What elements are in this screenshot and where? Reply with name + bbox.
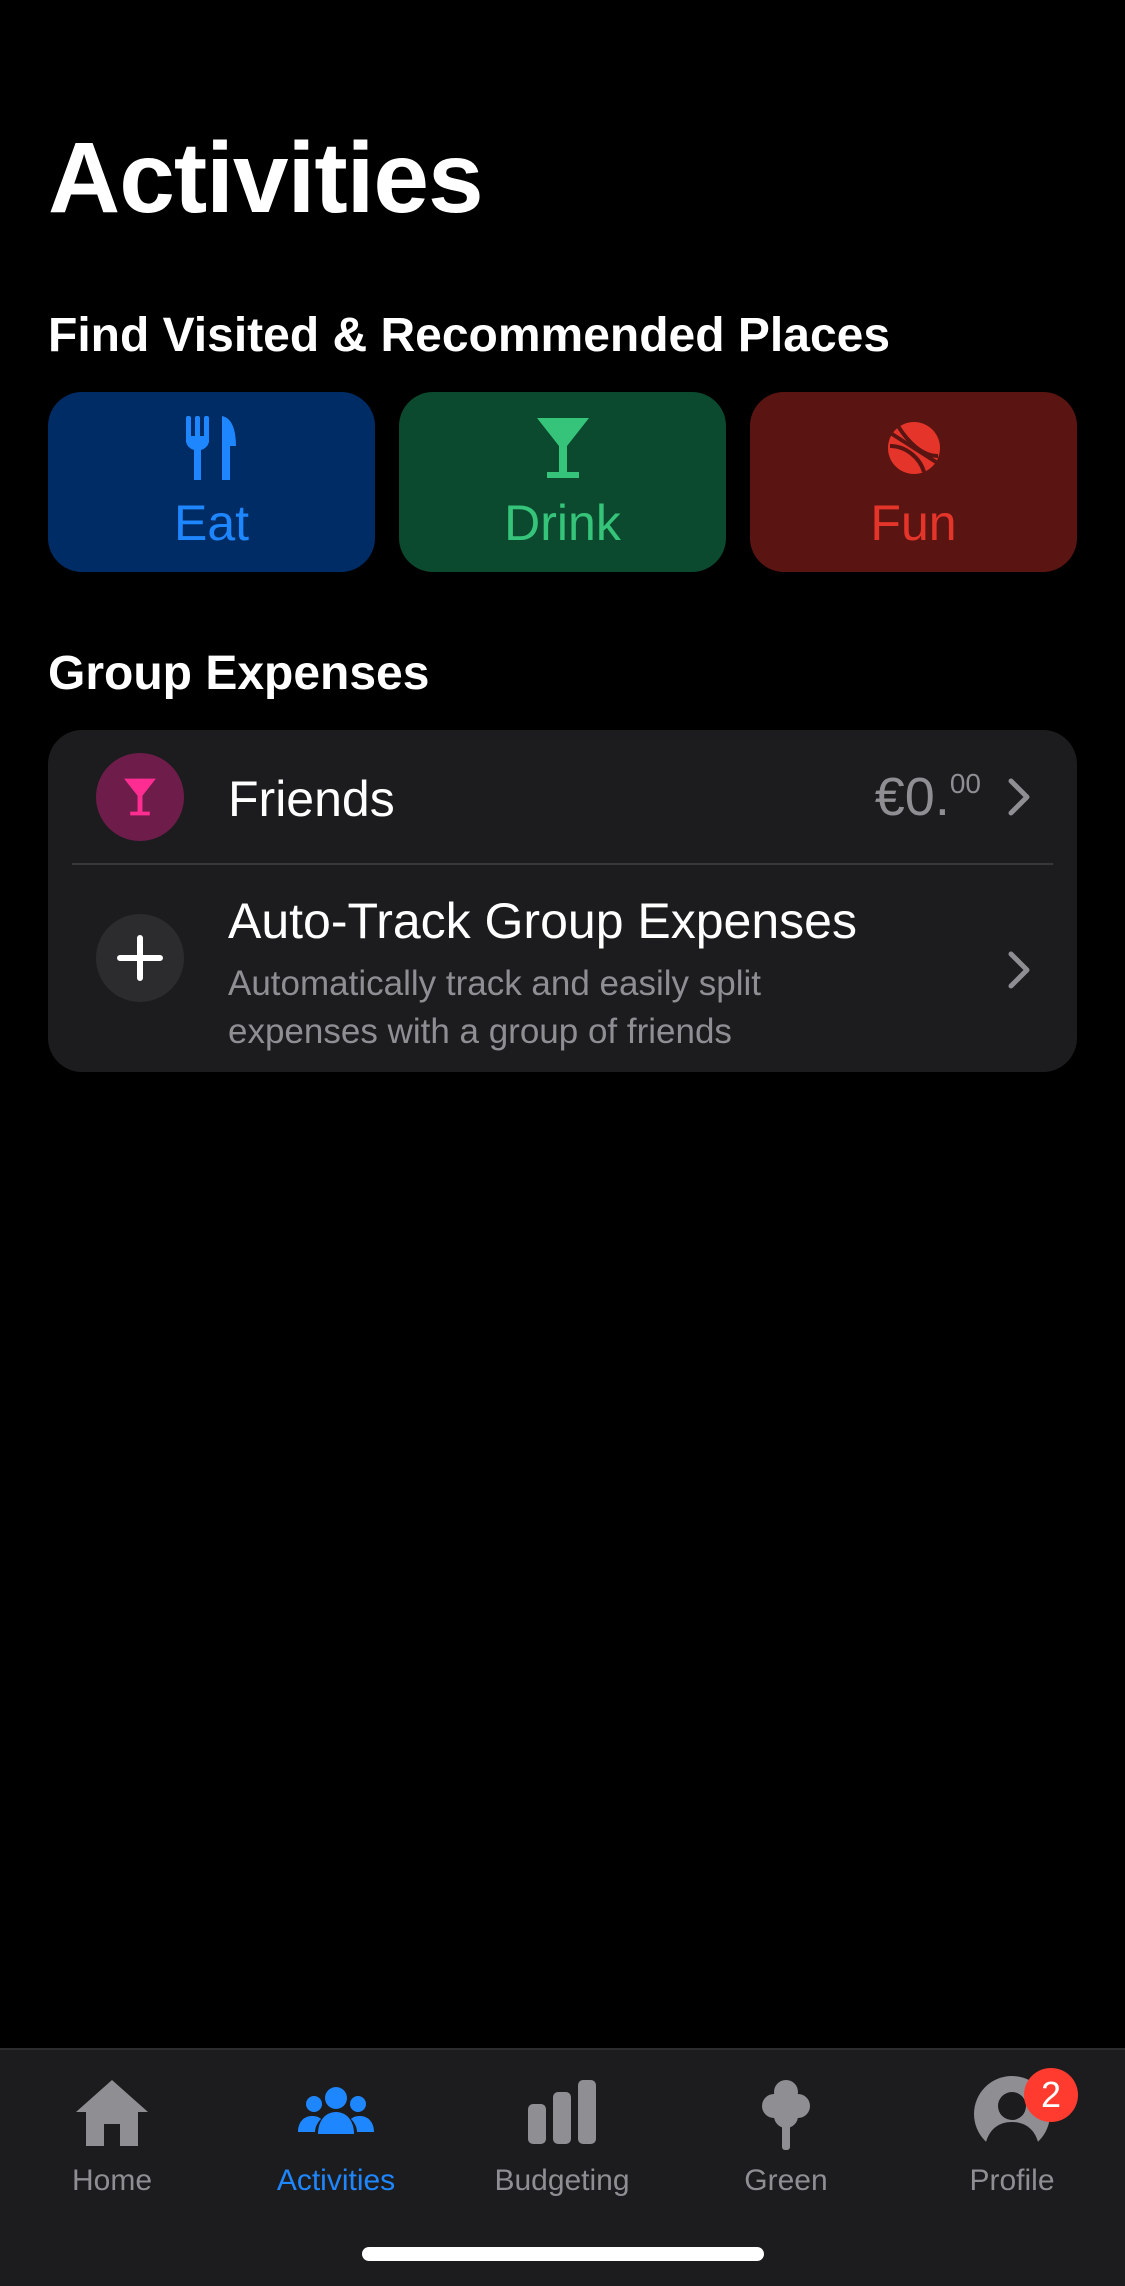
group-expenses-card: Friends €0.00 Auto-Track Group Expenses … — [48, 730, 1077, 1072]
expenses-heading: Group Expenses — [48, 647, 430, 700]
tree-icon — [762, 2080, 810, 2150]
add-group-avatar — [96, 914, 184, 1002]
eat-button[interactable]: Eat — [48, 392, 375, 572]
tab-activities-label: Activities — [276, 2164, 396, 2197]
cocktail-icon — [124, 778, 156, 816]
tab-home-label: Home — [71, 2164, 153, 2197]
drink-label: Drink — [504, 495, 621, 551]
place-categories: Eat Drink Fun — [48, 392, 1077, 572]
auto-track-subtitle: Automatically track and easily split exp… — [228, 964, 761, 1051]
bar-chart-icon — [528, 2080, 596, 2144]
chevron-right-icon — [1008, 951, 1030, 989]
tab-green-label: Green — [744, 2164, 828, 2197]
house-icon — [76, 2080, 148, 2146]
plus-icon — [117, 935, 163, 981]
row-divider — [72, 863, 1053, 865]
fork-knife-icon — [185, 416, 236, 480]
friends-group-row[interactable]: Friends €0.00 — [48, 730, 1077, 864]
tab-green[interactable]: Green — [686, 2074, 886, 2198]
tab-home[interactable]: Home — [12, 2074, 212, 2198]
eat-label: Eat — [173, 495, 250, 551]
home-indicator — [362, 2247, 764, 2261]
fun-button[interactable]: Fun — [750, 392, 1077, 572]
basketball-icon — [887, 422, 940, 474]
friends-group-name: Friends — [228, 771, 395, 827]
tab-profile-label: Profile — [969, 2164, 1055, 2197]
cocktail-icon — [536, 418, 589, 478]
drink-button[interactable]: Drink — [399, 392, 726, 572]
tab-budgeting[interactable]: Budgeting — [462, 2074, 662, 2198]
fun-label: Fun — [870, 495, 957, 551]
people-icon — [298, 2087, 374, 2134]
auto-track-title: Auto-Track Group Expenses — [228, 893, 857, 949]
tab-activities[interactable]: Activities — [236, 2074, 436, 2198]
auto-track-row[interactable]: Auto-Track Group Expenses Automatically … — [48, 866, 1077, 1072]
notification-badge: 2 — [1024, 2068, 1078, 2122]
tab-profile[interactable]: 2 Profile — [912, 2068, 1112, 2198]
places-heading: Find Visited & Recommended Places — [48, 309, 891, 362]
tab-budgeting-label: Budgeting — [494, 2164, 630, 2197]
page-title: Activities — [48, 122, 484, 234]
chevron-right-icon — [1008, 778, 1030, 816]
friends-balance: €0.00 — [874, 767, 981, 827]
friends-avatar — [96, 753, 184, 841]
